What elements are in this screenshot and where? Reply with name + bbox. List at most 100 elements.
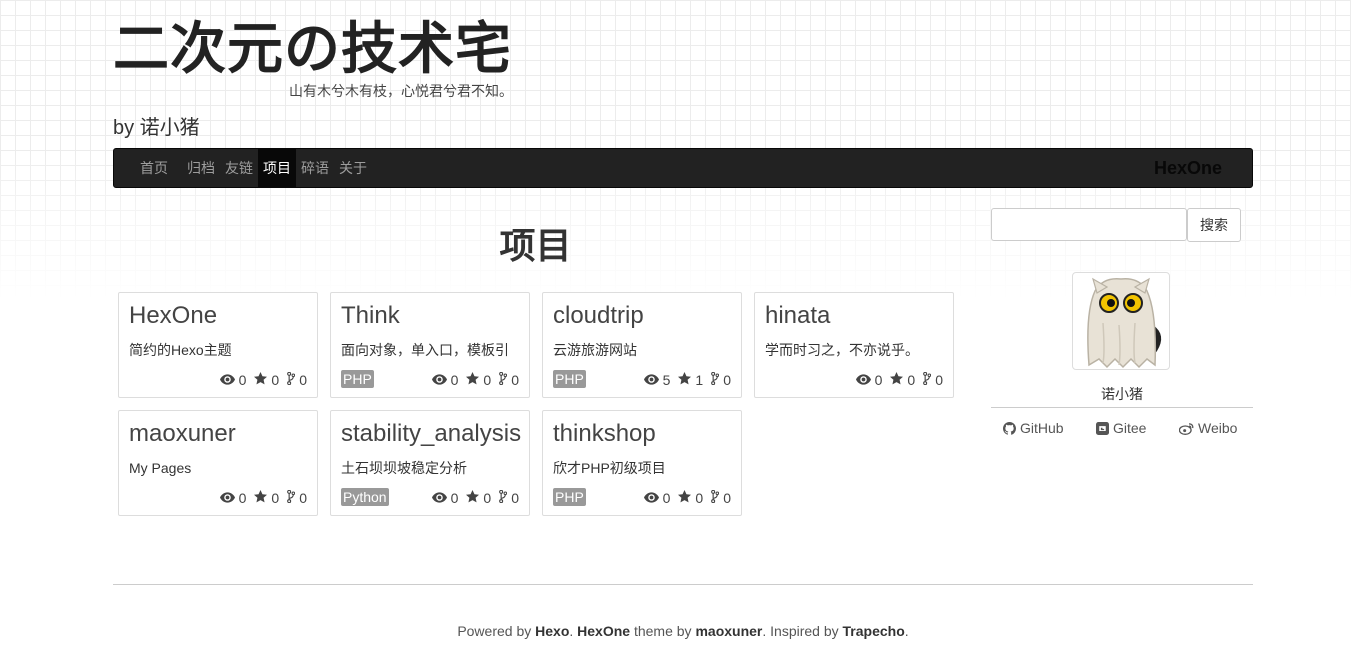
project-name[interactable]: maoxuner — [129, 419, 236, 449]
forks-stat: 0 — [711, 371, 731, 389]
project-card[interactable]: HexOne 简约的Hexo主题 0 0 0 — [118, 292, 318, 398]
search-input[interactable] — [991, 208, 1187, 241]
footer-powered-text: Powered by — [457, 623, 536, 639]
nav-item-links[interactable]: 友链 — [220, 149, 258, 187]
avatar[interactable] — [1072, 272, 1170, 370]
footer-theme-text: theme by — [630, 623, 696, 639]
project-card[interactable]: stability_analysis 土石坝坝坡稳定分析 Python 0 0 0 — [330, 410, 530, 516]
project-description: 学而时习之，不亦说乎。 — [765, 342, 919, 358]
project-description: 云游旅游网站 — [553, 342, 637, 358]
stars-stat: 0 — [466, 489, 491, 507]
profile-name: 诺小猪 — [1101, 386, 1143, 402]
stars-count: 0 — [695, 490, 704, 506]
nav-item-about[interactable]: 关于 — [334, 149, 372, 187]
star-icon — [254, 489, 271, 507]
hexone-link[interactable]: HexOne — [577, 623, 630, 639]
sidebar-divider — [991, 407, 1253, 408]
footer-inspired-text: . Inspired by — [762, 623, 843, 639]
project-card[interactable]: thinkshop 欣才PHP初级项目 PHP 0 0 0 — [542, 410, 742, 516]
project-description: 面向对象，单入口，模板引 — [341, 342, 509, 358]
maoxuner-link[interactable]: maoxuner — [695, 623, 762, 639]
forks-stat: 0 — [711, 489, 731, 507]
eye-icon — [643, 371, 663, 389]
github-label: GitHub — [1020, 420, 1064, 436]
forks-stat: 0 — [287, 489, 307, 507]
site-subtitle: 山有木兮木有枝，心悦君兮君不知。 — [289, 83, 513, 99]
nav-item-notes[interactable]: 碎语 — [296, 149, 334, 187]
language-badge: PHP — [553, 370, 586, 388]
watchers-stat: 5 — [643, 371, 671, 389]
eye-icon — [219, 371, 239, 389]
forks-count: 0 — [299, 372, 307, 388]
forks-stat: 0 — [499, 489, 519, 507]
ghost-cat-avatar — [1087, 277, 1162, 369]
site-title[interactable]: 二次元の技术宅 — [113, 14, 512, 84]
footer-end: . — [904, 623, 909, 639]
watchers-stat: 0 — [431, 489, 459, 507]
stars-count: 0 — [483, 372, 492, 388]
weibo-label: Weibo — [1198, 420, 1238, 436]
project-name[interactable]: hinata — [765, 301, 830, 331]
language-badge: PHP — [553, 488, 586, 506]
project-stats: 0 0 0 — [212, 489, 307, 507]
gitee-link[interactable]: Gitee — [1096, 420, 1146, 436]
watchers-stat: 0 — [431, 371, 458, 389]
weibo-link[interactable]: Weibo — [1179, 420, 1237, 436]
fork-icon — [499, 489, 511, 507]
watchers-count: 0 — [662, 490, 671, 506]
star-icon — [254, 371, 271, 389]
stars-stat: 1 — [678, 371, 703, 389]
stars-count: 0 — [271, 372, 280, 388]
eye-icon — [643, 489, 663, 507]
project-name[interactable]: Think — [341, 301, 400, 331]
project-card[interactable]: hinata 学而时习之，不亦说乎。 0 0 0 — [754, 292, 954, 398]
trapecho-link[interactable]: Trapecho — [843, 623, 905, 639]
project-name[interactable]: cloudtrip — [553, 301, 644, 331]
project-stats: 0 0 0 — [848, 371, 943, 389]
project-card[interactable]: maoxuner My Pages 0 0 0 — [118, 410, 318, 516]
stars-stat: 0 — [466, 371, 491, 389]
forks-stat: 0 — [499, 371, 519, 389]
watchers-count: 0 — [874, 372, 883, 388]
project-name[interactable]: HexOne — [129, 301, 217, 331]
project-stats: 0 0 0 — [424, 489, 519, 507]
forks-count: 0 — [723, 490, 731, 506]
watchers-count: 5 — [662, 372, 671, 388]
project-card[interactable]: Think 面向对象，单入口，模板引 PHP 0 0 0 — [330, 292, 530, 398]
project-stats: 0 0 0 — [424, 371, 519, 389]
project-description: My Pages — [129, 460, 192, 476]
project-card[interactable]: cloudtrip 云游旅游网站 PHP 5 1 0 — [542, 292, 742, 398]
navbar: 首页 归档 友链 项目 碎语 关于 HexOne — [113, 148, 1253, 188]
watchers-count: 0 — [238, 372, 247, 388]
footer-divider — [113, 584, 1253, 585]
eye-icon — [431, 371, 451, 389]
nav-item-home[interactable]: 首页 — [128, 149, 180, 187]
forks-stat: 0 — [287, 371, 307, 389]
nav-item-archive[interactable]: 归档 — [182, 149, 220, 187]
stars-stat: 0 — [254, 371, 279, 389]
watchers-stat: 0 — [219, 489, 246, 507]
stars-count: 1 — [695, 372, 704, 388]
star-icon — [466, 489, 483, 507]
hexo-link[interactable]: Hexo — [535, 623, 569, 639]
project-name[interactable]: thinkshop — [553, 419, 656, 449]
github-icon — [1003, 421, 1016, 435]
project-description: 简约的Hexo主题 — [129, 342, 232, 358]
stars-count: 0 — [271, 490, 280, 506]
forks-count: 0 — [723, 372, 731, 388]
github-link[interactable]: GitHub — [1003, 420, 1064, 436]
star-icon — [890, 371, 907, 389]
fork-icon — [711, 371, 723, 389]
forks-count: 0 — [935, 372, 943, 388]
navbar-brand[interactable]: HexOne — [1154, 149, 1222, 187]
project-stats: 5 1 0 — [636, 371, 731, 389]
gitee-label: Gitee — [1113, 420, 1147, 436]
project-name[interactable]: stability_analysis — [341, 419, 521, 449]
footer-sep: . — [569, 623, 578, 639]
nav-item-projects[interactable]: 项目 — [258, 149, 296, 187]
watchers-count: 0 — [450, 490, 459, 506]
site-author: by 诺小猪 — [113, 117, 200, 139]
search-button[interactable]: 搜索 — [1187, 208, 1241, 242]
fork-icon — [499, 371, 511, 389]
stars-count: 0 — [483, 490, 492, 506]
